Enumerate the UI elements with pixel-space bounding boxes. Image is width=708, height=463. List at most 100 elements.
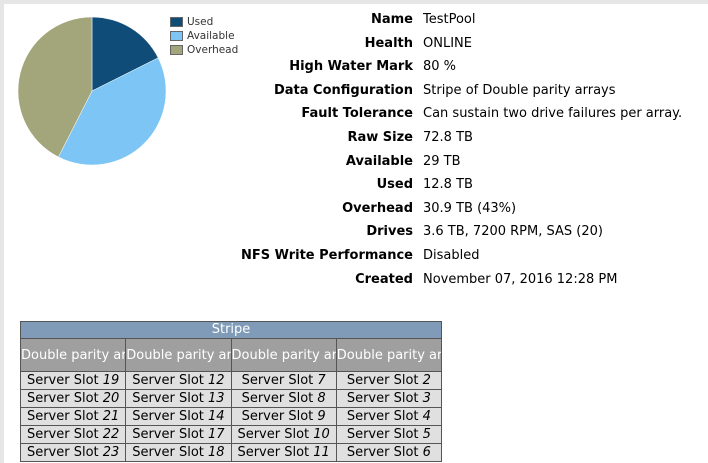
info-value-raw-size: 72.8 TB [423,129,473,145]
info-row-data-configuration: Data Configuration Stripe of Double pari… [230,83,700,107]
info-value-health: ONLINE [423,35,472,51]
usage-pie-chart [17,16,167,166]
stripe-table: Stripe Double parity array Double parity… [19,321,443,462]
info-value-name: TestPool [423,12,476,27]
pool-info-list: Name TestPool Health ONLINE High Water M… [230,12,700,295]
slot-prefix: Server Slot [237,445,310,460]
info-label-created: Created [355,271,413,287]
slot-cell: Server Slot 18 [125,443,232,462]
legend-item-available: Available [170,29,238,42]
legend-swatch-used [170,16,183,27]
slot-cell: Server Slot 8 [230,389,337,408]
info-value-overhead: 30.9 TB (43%) [423,200,517,216]
slot-cell: Server Slot 5 [335,425,443,444]
slot-cell: Server Slot 3 [335,389,443,408]
slot-prefix: Server Slot [26,427,99,442]
info-row-available: Available 29 TB [230,154,700,178]
slot-number: 9 [317,409,326,424]
info-value-nfs-write-performance: Disabled [423,247,480,263]
slot-number: 23 [102,445,120,460]
slot-number: 18 [208,445,225,460]
legend-swatch-available [170,30,183,41]
info-label-high-water-mark: High Water Mark [289,59,413,75]
slot-cell: Server Slot 12 [125,371,232,390]
info-label-health: Health [364,35,413,51]
slot-cell: Server Slot 17 [125,425,232,444]
table-row: Server Slot 23 Server Slot 18 Server Slot … [19,443,443,462]
info-value-high-water-mark: 80 % [423,59,457,75]
info-row-nfs-write-performance: NFS Write Performance Disabled [230,248,700,272]
slot-cell: Server Slot 22 [19,425,127,444]
info-row-raw-size: Raw Size 72.8 TB [230,130,700,154]
stripe-column-header-row: Double parity array Double parity array … [19,338,443,372]
slot-number: 12 [208,373,225,388]
info-label-name: Name [370,12,413,27]
slot-prefix: Server Slot [346,445,419,460]
slot-cell: Server Slot 6 [335,443,443,462]
slot-prefix: Server Slot [132,427,204,442]
legend-label-used: Used [187,15,214,28]
slot-number: 11 [313,445,330,460]
slot-prefix: Server Slot [237,427,310,442]
slot-cell: Server Slot 10 [230,425,337,444]
info-label-nfs-write-performance: NFS Write Performance [240,247,413,263]
slot-prefix: Server Slot [346,373,419,388]
slot-number: 14 [208,409,225,424]
stripe-title-row: Stripe [20,321,442,339]
slot-prefix: Server Slot [241,373,314,388]
slot-cell: Server Slot 2 [335,371,443,390]
slot-prefix: Server Slot [132,409,204,424]
legend-item-used: Used [170,15,238,28]
info-value-fault-tolerance: Can sustain two drive failures per array… [423,106,683,122]
info-row-high-water-mark: High Water Mark 80 % [230,59,700,83]
stripe-table-body: Server Slot 19 Server Slot 12 Server Slot … [19,371,443,462]
slot-prefix: Server Slot [26,445,99,460]
slot-cell: Server Slot 20 [19,389,127,408]
info-row-health: Health ONLINE [230,36,700,60]
info-row-fault-tolerance: Fault Tolerance Can sustain two drive fa… [230,106,700,130]
info-value-data-configuration: Stripe of Double parity arrays [423,82,616,98]
info-value-created: November 07, 2016 12:28 PM [423,271,618,287]
slot-cell: Server Slot 13 [125,389,232,408]
info-row-drives: Drives 3.6 TB, 7200 RPM, SAS (20) [230,224,700,248]
slot-cell: Server Slot 9 [230,407,337,426]
table-row: Server Slot 19 Server Slot 12 Server Slot … [19,371,443,390]
slot-prefix: Server Slot [132,391,204,406]
info-label-drives: Drives [366,224,413,240]
column-header-array-1: Double parity array [19,338,127,372]
info-label-used: Used [376,177,413,193]
slot-number: 6 [422,445,431,460]
info-row-overhead: Overhead 30.9 TB (43%) [230,201,700,225]
legend-label-available: Available [187,29,235,42]
pool-details-panel: Used Available Overhead Name TestPool He… [0,0,708,463]
info-value-drives: 3.6 TB, 7200 RPM, SAS (20) [423,224,603,240]
slot-cell: Server Slot 19 [19,371,127,390]
left-divider [0,0,4,463]
slot-prefix: Server Slot [132,373,204,388]
slot-number: 2 [422,373,431,388]
slot-prefix: Server Slot [346,427,419,442]
legend-swatch-overhead [170,44,183,55]
slot-number: 8 [317,391,326,406]
slot-prefix: Server Slot [241,391,314,406]
info-row-used: Used 12.8 TB [230,177,700,201]
slot-cell: Server Slot 14 [125,407,232,426]
info-label-available: Available [345,153,413,169]
slot-number: 5 [422,427,431,442]
table-row: Server Slot 20 Server Slot 13 Server Slot … [19,389,443,408]
slot-prefix: Server Slot [26,373,99,388]
column-header-array-3: Double parity array [230,338,337,372]
column-header-array-4: Double parity array [335,338,443,372]
stripe-title: Stripe [20,321,442,339]
table-row: Server Slot 21 Server Slot 14 Server Slot … [19,407,443,426]
pie-legend: Used Available Overhead [170,15,238,57]
slot-cell: Server Slot 4 [335,407,443,426]
slot-prefix: Server Slot [346,391,419,406]
slot-number: 21 [102,409,120,424]
info-label-raw-size: Raw Size [347,129,413,145]
info-value-available: 29 TB [423,153,461,169]
pie-svg [17,16,167,166]
slot-prefix: Server Slot [241,409,314,424]
slot-prefix: Server Slot [26,409,99,424]
slot-number: 22 [102,427,120,442]
